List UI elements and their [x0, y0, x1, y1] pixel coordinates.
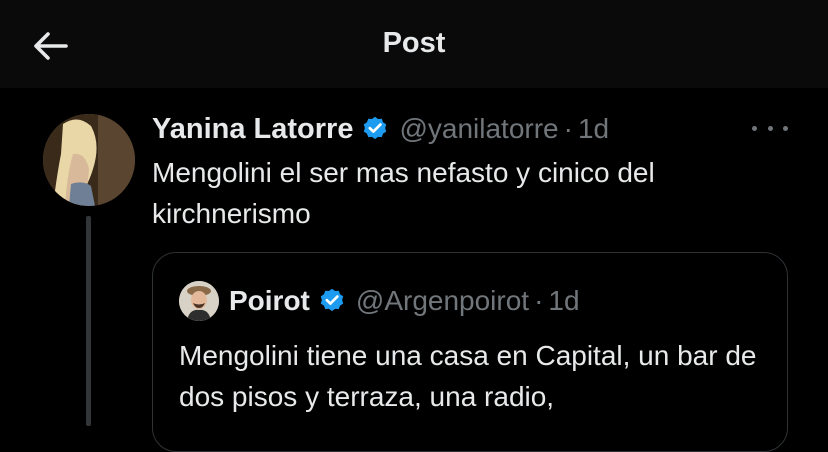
quoted-author-handle: @Argenpoirot	[355, 285, 530, 316]
author-name[interactable]: Yanina Latorre	[152, 113, 353, 146]
post-timestamp[interactable]: 1d	[578, 113, 609, 145]
verified-badge-icon	[318, 287, 346, 315]
quoted-post-timestamp: 1d	[548, 285, 580, 316]
verified-badge-icon[interactable]	[361, 115, 389, 143]
separator-dot: ·	[534, 285, 544, 316]
post-header: Yanina Latorre @yanilatorre · 1d	[152, 110, 609, 148]
thread-connector-line	[86, 216, 91, 426]
more-horizontal-icon	[752, 125, 757, 131]
post-text: Mengolini el ser mas nefasto y cinico de…	[152, 157, 655, 229]
more-options-button[interactable]	[752, 116, 788, 140]
separator-dot: ·	[563, 113, 573, 144]
author-handle[interactable]: @yanilatorre	[399, 113, 558, 145]
quoted-author-avatar	[179, 281, 219, 321]
page-title: Post	[382, 27, 446, 59]
quoted-author-name: Poirot	[229, 285, 310, 316]
quoted-post-card[interactable]: Poirot @Argenpoirot · 1d Mengolini tiene…	[152, 252, 788, 452]
profile-photo	[43, 114, 135, 206]
avatar[interactable]	[43, 114, 135, 206]
quoted-post-header: Poirot @Argenpoirot · 1d	[179, 281, 580, 321]
quoted-post-text: Mengolini tiene una casa en Capital, un …	[179, 340, 757, 412]
top-bar: Post	[0, 0, 828, 88]
